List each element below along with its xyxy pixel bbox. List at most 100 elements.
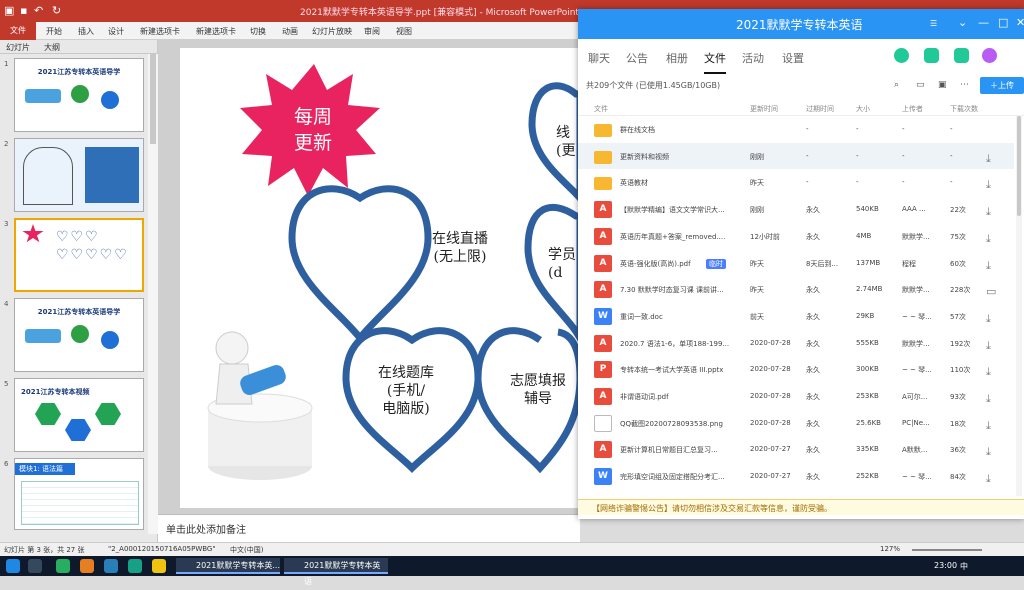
app-icon[interactable]: [128, 559, 142, 573]
slide-thumbnail-4[interactable]: 2021江苏专转本英语导学: [14, 298, 144, 372]
file-name[interactable]: 专转本统一考试大学英语 III.pptx: [620, 365, 723, 375]
app-icon[interactable]: [104, 559, 118, 573]
task-view-icon[interactable]: [28, 559, 42, 573]
zoom-level[interactable]: 127%: [880, 545, 900, 553]
col-file[interactable]: 文件: [594, 104, 608, 114]
slide-thumbnail-1[interactable]: 2021江苏专转本英语导学: [14, 58, 144, 132]
col-size[interactable]: 大小: [856, 104, 870, 114]
security-notice[interactable]: 【网络诈骗警惕公告】请切勿相信涉及交易汇款等信息，谨防受骗。: [578, 499, 1024, 515]
download-icon[interactable]: ⤓: [986, 312, 991, 326]
file-row[interactable]: A 英语历年真题+答案_removed.... 12小时前 永久 4MB 默默学... 75…: [578, 223, 1014, 250]
file-name[interactable]: 英语-强化版(高尚).pdf: [620, 259, 691, 269]
file-row[interactable]: A 更新计算机日常题目汇总复习... 2020-07-27 永久 335KB A默默...…: [578, 436, 1014, 463]
phone-icon[interactable]: [894, 48, 909, 63]
save-icon[interactable]: ▪: [20, 4, 27, 17]
file-row[interactable]: 更新资料和视频 刚刚 - - - - ⤓: [578, 142, 1014, 170]
zoom-slider[interactable]: [912, 549, 982, 551]
file-row[interactable]: A 非谓语动词.pdf 2020-07-28 永久 253KB A可尔... 93次 ⤓: [578, 383, 1014, 410]
file-name[interactable]: 更新资料和视频: [620, 152, 669, 162]
download-icon[interactable]: ⤓: [986, 445, 991, 459]
folder-icon[interactable]: [152, 559, 166, 573]
download-icon[interactable]: ⤓: [986, 365, 991, 379]
file-row[interactable]: A 2020.7 语法1-6，单项188-199... 2020-07-28 永久 55…: [578, 330, 1014, 357]
app-icon[interactable]: [56, 559, 70, 573]
file-row[interactable]: 英语教材 昨天 - - - - ⤓: [578, 169, 1014, 196]
download-icon[interactable]: ⤓: [986, 232, 991, 246]
tab-design[interactable]: 设计: [108, 26, 124, 37]
file-name[interactable]: 群在线文档: [620, 125, 655, 135]
tab-activity[interactable]: 活动: [742, 50, 764, 66]
tab-chat[interactable]: 聊天: [588, 50, 610, 66]
file-row[interactable]: QQ截图20200728093538.png 2020-07-28 永久 25.6KB…: [578, 410, 1014, 437]
download-icon[interactable]: ⤓: [986, 259, 991, 273]
file-row[interactable]: A 英语-强化版(高尚).pdf 临时 昨天 8天后到... 137MB 程程 60次 ⤓: [578, 250, 1014, 277]
file-name[interactable]: 【默默学精编】语文文学常识大...: [620, 205, 725, 215]
download-icon[interactable]: ⤓: [986, 178, 991, 192]
file-row[interactable]: P 专转本统一考试大学英语 III.pptx 2020-07-28 永久 300KB ~ …: [578, 356, 1014, 383]
slide-thumbnail-2[interactable]: [14, 138, 144, 212]
file-name[interactable]: QQ截图20200728093538.png: [620, 419, 723, 429]
file-tab[interactable]: 文件: [0, 22, 36, 40]
slide-panel-scrollbar[interactable]: [148, 54, 158, 534]
file-name[interactable]: 更新计算机日常题目汇总复习...: [620, 445, 718, 455]
file-row[interactable]: W 完形填空词组及固定搭配分考汇... 2020-07-27 永久 252KB ~ ~ 琴…: [578, 463, 1014, 490]
tab-custom-1[interactable]: 新建选项卡: [140, 26, 180, 37]
download-icon[interactable]: ⤓: [986, 152, 991, 166]
tab-slides[interactable]: 幻灯片: [6, 42, 30, 53]
notes-pane[interactable]: 单击此处添加备注: [158, 514, 580, 542]
file-name[interactable]: 完形填空词组及固定搭配分考汇...: [620, 472, 725, 482]
slide-thumbnail-3[interactable]: ♡♡♡ ♡♡♡♡♡: [14, 218, 144, 292]
download-icon[interactable]: ⤓: [986, 205, 991, 219]
start-icon[interactable]: [6, 559, 20, 573]
classroom-icon[interactable]: [954, 48, 969, 63]
file-list-scrollbar[interactable]: [1016, 116, 1022, 496]
tab-custom-2[interactable]: 新建选项卡: [196, 26, 236, 37]
more-icon[interactable]: ⋯: [960, 80, 969, 90]
ime-indicator[interactable]: 中: [960, 561, 968, 572]
download-icon[interactable]: ⤓: [986, 392, 991, 406]
taskbar-qq-group[interactable]: 2021默默学专转本英语: [284, 558, 388, 586]
new-folder-icon[interactable]: ▣: [938, 80, 947, 90]
undo-icon[interactable]: ↶: [34, 4, 43, 17]
tab-announcement[interactable]: 公告: [626, 50, 648, 66]
tab-album[interactable]: 相册: [666, 50, 688, 66]
tab-outline[interactable]: 大纲: [44, 42, 60, 53]
tab-transitions[interactable]: 切换: [250, 26, 266, 37]
close-button[interactable]: ✕: [1016, 16, 1024, 29]
download-icon[interactable]: ⤓: [986, 419, 991, 433]
video-icon[interactable]: [924, 48, 939, 63]
col-downloads[interactable]: 下载次数: [950, 104, 978, 114]
tab-settings[interactable]: 设置: [782, 50, 804, 66]
search-icon[interactable]: ⌕: [894, 80, 899, 90]
file-row[interactable]: 群在线文档 - - - -: [578, 116, 1014, 143]
slide-thumbnail-5[interactable]: 2021江苏专转本视频: [14, 378, 144, 452]
open-folder-icon[interactable]: ▭: [986, 285, 996, 298]
upload-button[interactable]: ＋上传: [980, 77, 1024, 94]
file-name[interactable]: 英语历年真题+答案_removed....: [620, 232, 725, 242]
tab-files[interactable]: 文件: [704, 50, 726, 74]
taskbar-powerpoint[interactable]: 2021默默学专转本英...: [176, 558, 280, 574]
file-name[interactable]: 7.30 默默学时态复习课 课前讲...: [620, 285, 724, 295]
download-icon[interactable]: ⤓: [986, 472, 991, 486]
file-row[interactable]: A 7.30 默默学时态复习课 课前讲... 昨天 永久 2.74MB 默默学... 228…: [578, 276, 1014, 303]
slide-thumbnail-6[interactable]: 模块1: 语法篇: [14, 458, 144, 530]
tab-view[interactable]: 视图: [396, 26, 412, 37]
browser-icon[interactable]: [80, 559, 94, 573]
col-updated[interactable]: 更新时间: [750, 104, 778, 114]
tab-insert[interactable]: 插入: [78, 26, 94, 37]
settings-icon[interactable]: ☰: [930, 19, 937, 28]
col-expire[interactable]: 过期时间: [806, 104, 834, 114]
inbox-icon[interactable]: ▭: [916, 80, 925, 90]
file-row[interactable]: W 重词一致.doc 前天 永久 29KB ~ ~ 琴... 57次 ⤓: [578, 303, 1014, 330]
file-name[interactable]: 英语教材: [620, 178, 648, 188]
tab-slideshow[interactable]: 幻灯片放映: [312, 26, 352, 37]
file-name[interactable]: 2020.7 语法1-6，单项188-199...: [620, 339, 729, 349]
maximize-button[interactable]: □: [998, 16, 1008, 29]
chevron-down-icon[interactable]: ⌄: [958, 16, 967, 29]
tab-review[interactable]: 审阅: [364, 26, 380, 37]
minimize-button[interactable]: —: [978, 16, 989, 29]
clock[interactable]: 23:00: [934, 561, 957, 570]
download-icon[interactable]: ⤓: [986, 339, 991, 353]
tab-animations[interactable]: 动画: [282, 26, 298, 37]
file-name[interactable]: 重词一致.doc: [620, 312, 663, 322]
